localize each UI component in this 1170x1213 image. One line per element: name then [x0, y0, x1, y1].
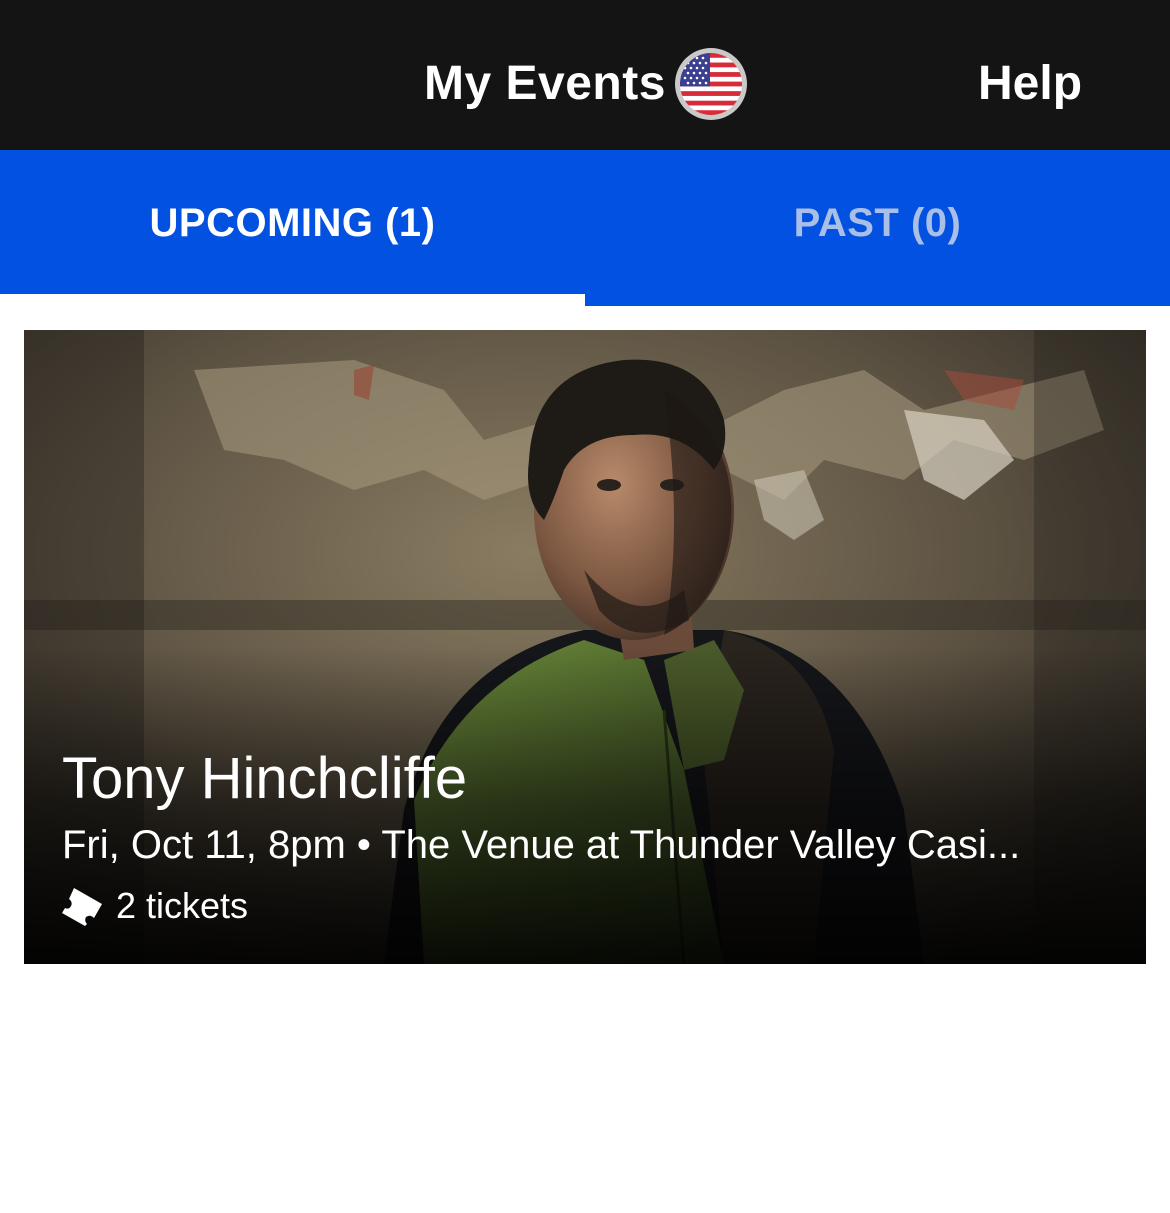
tab-upcoming[interactable]: UPCOMING (1): [0, 150, 585, 306]
page-title: My Events: [424, 57, 666, 110]
event-tabs: UPCOMING (1) PAST (0): [0, 150, 1170, 306]
event-card[interactable]: Tony Hinchcliffe Fri, Oct 11, 8pm • The …: [24, 330, 1146, 964]
ticket-count-label: 2 tickets: [116, 885, 249, 926]
ticket-count: 2 tickets: [60, 883, 248, 929]
us-flag-icon[interactable]: [675, 48, 747, 120]
event-title: Tony Hinchcliffe: [62, 746, 468, 811]
event-venue: The Venue at Thunder Valley Casi...: [381, 823, 1021, 867]
top-bar: My Events Help: [0, 0, 1170, 150]
help-link[interactable]: Help: [978, 52, 1082, 116]
event-date: Fri, Oct 11, 8pm: [62, 823, 346, 867]
tab-past[interactable]: PAST (0): [585, 150, 1170, 306]
meta-separator: •: [356, 823, 371, 867]
event-details: Fri, Oct 11, 8pm • The Venue at Thunder …: [62, 820, 1112, 870]
ticket-icon: [62, 888, 102, 926]
active-tab-indicator: [0, 294, 585, 306]
